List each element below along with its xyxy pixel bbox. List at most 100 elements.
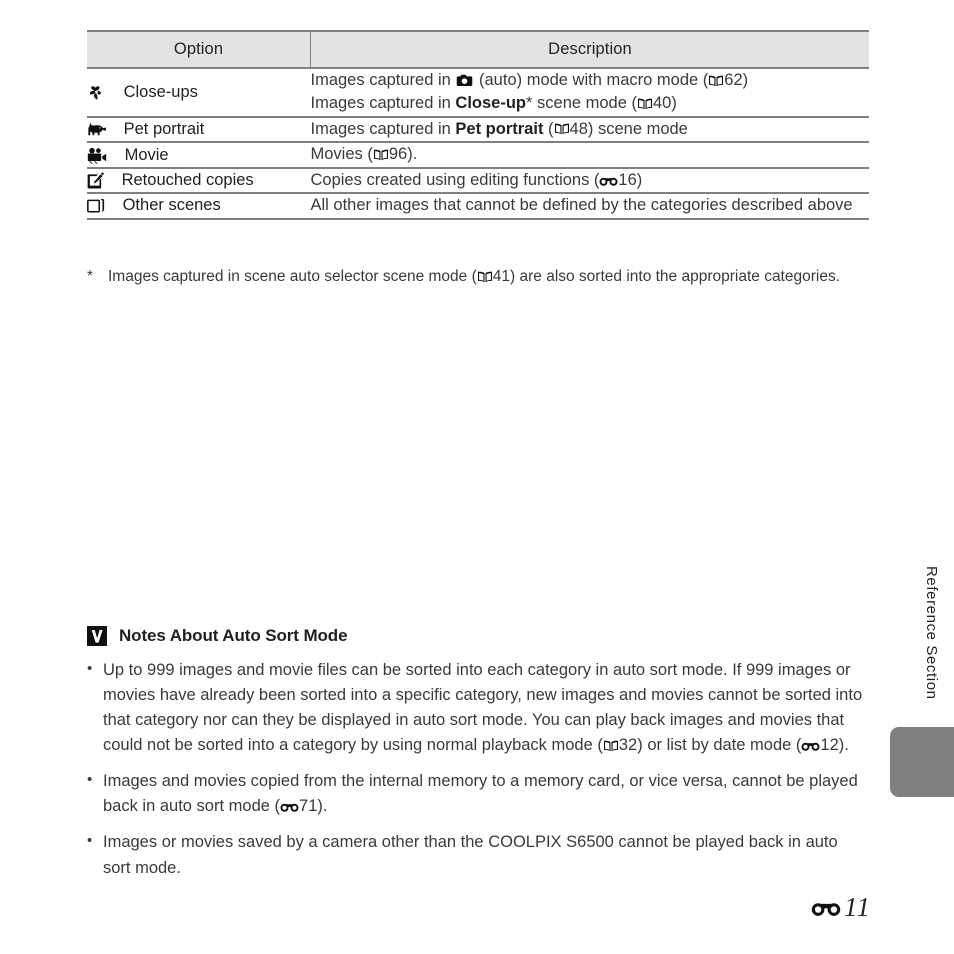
page-reference: 71 (299, 797, 318, 816)
e-reference-icon (599, 174, 618, 187)
emphasis-text: Close-up (455, 94, 527, 113)
page-reference: 96 (388, 145, 408, 164)
text-fragment: (auto) mode with macro mode ( (474, 71, 709, 89)
list-item: • Images and movies copied from the inte… (87, 769, 869, 819)
other-scenes-icon (87, 197, 105, 215)
text-fragment: ) are also sorted into the appropriate c… (510, 268, 841, 285)
e-reference-icon (811, 897, 841, 918)
text-fragment: ) or list by date mode ( (637, 736, 802, 755)
text-fragment: scene mode ( (532, 94, 637, 113)
option-cell-close-ups: Close-ups (87, 68, 311, 118)
pet-portrait-icon (87, 121, 106, 139)
text-fragment: Images captured in (310, 119, 456, 138)
option-label: Other scenes (122, 196, 221, 215)
option-label: Close-ups (123, 82, 198, 101)
bullet-marker: • (87, 771, 93, 789)
text-fragment: ) (742, 71, 749, 89)
emphasis-text: Pet portrait (455, 119, 544, 138)
table-header: Option Description (87, 30, 869, 69)
book-page-icon (554, 122, 570, 136)
text-fragment: ( (543, 119, 554, 138)
text-fragment: ). (317, 797, 328, 816)
book-page-icon (477, 270, 493, 284)
option-cell-retouched-copies: Retouched copies (87, 167, 311, 195)
option-cell-other-scenes: Other scenes (87, 193, 311, 220)
page-reference: 40 (653, 94, 672, 113)
footnote-marker: * (87, 268, 94, 285)
description-cell-other-scenes: All other images that cannot be defined … (310, 193, 869, 220)
bullet-text: Images and movies copied from the intern… (103, 769, 869, 819)
description-line: Copies created using editing functions (… (311, 169, 870, 192)
page-reference: 41 (492, 268, 511, 285)
section-tab-label: Reference Section (923, 566, 940, 700)
page-reference: 48 (569, 119, 588, 138)
footnote-text: Images captured in scene auto selector s… (108, 266, 869, 288)
list-item: • Images or movies saved by a camera oth… (87, 830, 869, 880)
text-fragment: ) (636, 170, 643, 189)
table-footnote: * Images captured in scene auto selector… (87, 266, 869, 288)
bullet-text: Up to 999 images and movie files can be … (103, 658, 869, 758)
text-fragment: Images and movies copied from the intern… (103, 772, 858, 816)
description-line: All other images that cannot be defined … (310, 196, 853, 215)
book-page-icon (708, 74, 724, 88)
option-label: Pet portrait (123, 120, 205, 139)
table-row: Other scenes All other images that canno… (87, 193, 869, 220)
section-tab-marker (890, 727, 954, 797)
option-cell-movie: Movie (87, 142, 311, 169)
flower-macro-icon (87, 83, 106, 102)
manual-page: Option Description Close-ups Images capt… (0, 0, 954, 954)
description-cell-pet-portrait: Images captured in Pet portrait ( 48) sc… (310, 116, 870, 144)
description-line: Movies ( 96). (311, 143, 870, 166)
table-row: Movie Movies ( 96). (87, 142, 870, 169)
page-reference: 62 (724, 71, 743, 89)
list-item: • Up to 999 images and movie files can b… (87, 658, 869, 758)
text-fragment: Movies ( (310, 145, 373, 164)
text-fragment: Copies created using editing functions ( (310, 170, 600, 189)
description-cell-close-ups: Images captured in (auto) mode with macr… (310, 68, 870, 118)
text-fragment: ) scene mode (587, 119, 688, 138)
page-number: 11 (844, 892, 871, 922)
table-row: Retouched copies Copies created using ed… (87, 167, 870, 195)
table-row: Pet portrait Images captured in Pet port… (87, 116, 870, 144)
page-reference: 32 (618, 736, 638, 755)
description-cell-movie: Movies ( 96). (310, 142, 870, 169)
description-line: Images captured in Close-up* scene mode … (311, 92, 870, 115)
e-reference-icon (280, 800, 299, 813)
book-page-icon (603, 739, 619, 753)
bullet-marker: • (87, 660, 93, 677)
page-footer: 11 (811, 892, 871, 923)
description-line: Images captured in Pet portrait ( 48) sc… (311, 118, 870, 141)
table-row: Close-ups Images captured in (auto) mode… (87, 68, 870, 118)
table-body: Close-ups Images captured in (auto) mode… (87, 68, 870, 220)
book-page-icon (373, 148, 389, 162)
notes-title: Notes About Auto Sort Mode (119, 626, 348, 645)
bullet-marker: • (87, 832, 93, 850)
text-fragment: ). (407, 145, 418, 164)
text-fragment: Images captured in (310, 94, 456, 113)
column-header-option: Option (87, 30, 311, 69)
text-fragment: ) (671, 94, 677, 113)
book-page-icon (637, 97, 653, 111)
text-fragment: Images captured in scene auto selector s… (108, 268, 477, 285)
caution-v-icon (87, 626, 107, 646)
notes-heading: Notes About Auto Sort Mode (87, 626, 869, 646)
text-fragment: ). (838, 736, 849, 755)
page-reference: 16 (618, 170, 637, 189)
movie-camera-icon (87, 147, 107, 164)
e-reference-icon (801, 739, 820, 752)
option-label: Movie (124, 145, 169, 164)
option-cell-pet-portrait: Pet portrait (87, 116, 311, 144)
text-fragment: Images captured in (310, 71, 456, 89)
column-header-description: Description (310, 30, 869, 69)
retouch-pen-icon (87, 171, 104, 189)
table-header-row: Option Description (87, 30, 869, 69)
option-label: Retouched copies (121, 170, 254, 189)
description-cell-retouched-copies: Copies created using editing functions (… (310, 167, 870, 195)
notes-section: Notes About Auto Sort Mode • Up to 999 i… (87, 626, 869, 892)
notes-bullet-list: • Up to 999 images and movie files can b… (87, 658, 869, 881)
camera-icon (456, 74, 473, 87)
auto-sort-options-table: Option Description Close-ups Images capt… (87, 30, 869, 220)
bullet-text: Images or movies saved by a camera other… (103, 833, 838, 877)
description-line: Images captured in (auto) mode with macr… (311, 69, 870, 92)
page-reference: 12 (820, 736, 839, 755)
